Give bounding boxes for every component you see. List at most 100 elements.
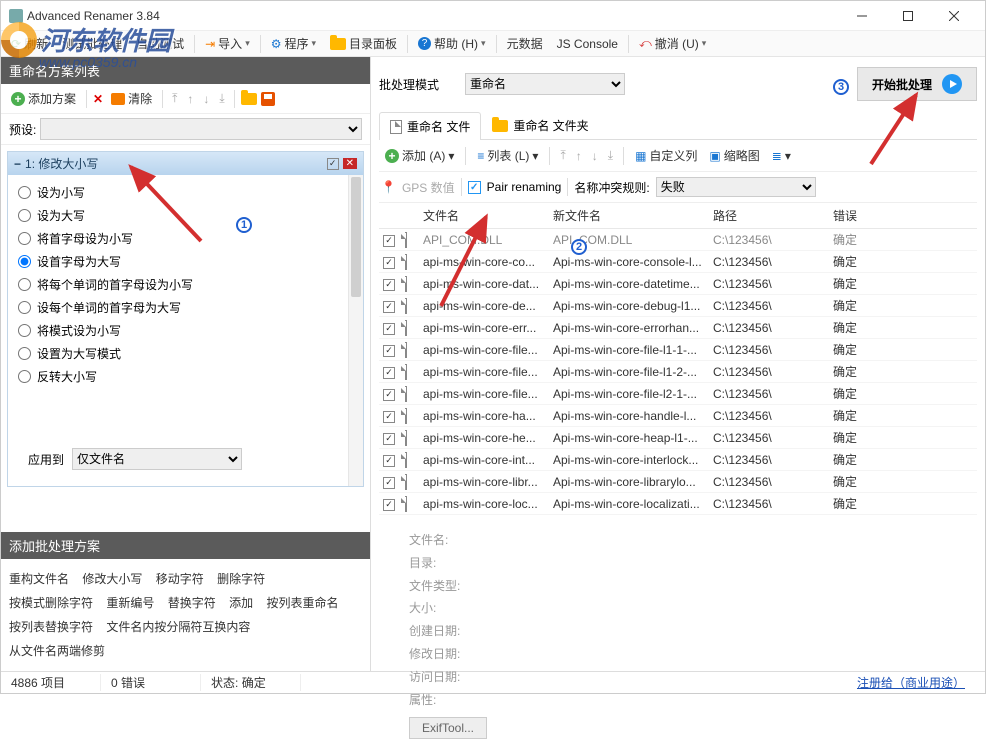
table-row[interactable]: ✓api-ms-win-core-file...Api-ms-win-core-… (379, 383, 977, 405)
menu-test[interactable]: 测试批处理 (56, 32, 128, 55)
row-checkbox[interactable]: ✓ (383, 455, 395, 467)
radio-pattern-lower[interactable] (18, 324, 31, 337)
link-delete[interactable]: 删除字符 (217, 572, 265, 586)
exiftool-button[interactable]: ExifTool... (409, 717, 487, 739)
move-down-button[interactable]: ↓ (200, 92, 212, 106)
row-checkbox[interactable]: ✓ (383, 411, 395, 423)
custom-columns-button[interactable]: ▦自定义列 (631, 145, 701, 166)
col-newfilename[interactable]: 新文件名 (549, 203, 709, 229)
menu-help[interactable]: ?帮助 (H)▾ (412, 32, 492, 55)
menu-undo[interactable]: ⤺撤消 (U)▾ (633, 32, 712, 55)
add-method-button[interactable]: +添加方案 (7, 88, 80, 109)
tab-rename-folders[interactable]: 重命名 文件夹 (481, 111, 599, 139)
add-files-button[interactable]: +添加 (A)▾ (381, 145, 458, 166)
link-renumber[interactable]: 重新编号 (106, 596, 154, 610)
save-preset-button[interactable] (261, 92, 275, 106)
row-checkbox[interactable]: ✓ (383, 367, 395, 379)
move-bottom-button[interactable]: ⤓ (216, 91, 227, 106)
link-rebuild[interactable]: 重构文件名 (9, 572, 69, 586)
link-listreplace[interactable]: 按列表替换字符 (9, 620, 93, 634)
table-row[interactable]: ✓api-ms-win-core-dat...Api-ms-win-core-d… (379, 273, 977, 295)
open-preset-button[interactable] (241, 93, 257, 105)
row-checkbox[interactable]: ✓ (383, 301, 395, 313)
radio-first-lower[interactable] (18, 232, 31, 245)
menu-metadata[interactable]: 元数据 (501, 32, 549, 55)
radio-pattern-upper[interactable] (18, 347, 31, 360)
table-row[interactable]: ✓api-ms-win-core-de...Api-ms-win-core-de… (379, 295, 977, 317)
cell-path: C:\123456\ (709, 339, 829, 361)
move-top-button[interactable]: ⤒ (169, 91, 180, 106)
link-deletepattern[interactable]: 按模式删除字符 (9, 596, 93, 610)
file-move-down[interactable]: ↓ (589, 149, 601, 163)
maximize-button[interactable] (885, 2, 931, 30)
menu-dirpanel[interactable]: 目录面板 (324, 32, 403, 55)
minimize-button[interactable] (839, 2, 885, 30)
radio-first-upper[interactable] (18, 255, 31, 268)
radio-uppercase[interactable] (18, 209, 31, 222)
menu-refresh[interactable]: ⟳刷新 (5, 32, 54, 55)
mode-select[interactable]: 重命名 (465, 73, 625, 95)
table-row[interactable]: ✓api-ms-win-core-he...Api-ms-win-core-he… (379, 427, 977, 449)
applyto-select[interactable]: 仅文件名 (72, 448, 242, 470)
col-error[interactable]: 错误 (829, 203, 977, 229)
folder-icon (492, 120, 508, 132)
row-checkbox[interactable]: ✓ (383, 235, 395, 247)
clear-methods-button[interactable]: 清除 (107, 88, 156, 109)
row-checkbox[interactable]: ✓ (383, 389, 395, 401)
thumbnails-button[interactable]: ▣缩略图 (705, 145, 763, 166)
cell-path: C:\123456\ (709, 427, 829, 449)
move-up-button[interactable]: ↑ (184, 92, 196, 106)
method-close-button[interactable]: ✕ (343, 158, 357, 169)
radio-invert[interactable] (18, 370, 31, 383)
table-row[interactable]: ✓api-ms-win-core-file...Api-ms-win-core-… (379, 339, 977, 361)
display-mode-button[interactable]: ≣▾ (768, 147, 795, 165)
menu-import[interactable]: ⇥导入▾ (199, 32, 256, 55)
table-row[interactable]: ✓api-ms-win-core-int...Api-ms-win-core-i… (379, 449, 977, 471)
table-row[interactable]: ✓API_COM.DLLAPI_COM.DLLC:\123456\确定 (379, 229, 977, 251)
table-row[interactable]: ✓api-ms-win-core-ha...Api-ms-win-core-ha… (379, 405, 977, 427)
file-move-up[interactable]: ↑ (573, 149, 585, 163)
menu-autotest[interactable]: 自动测试 (130, 32, 190, 55)
method-scrollbar[interactable] (348, 175, 363, 486)
table-row[interactable]: ✓api-ms-win-core-loc...Api-ms-win-core-l… (379, 493, 977, 515)
register-link[interactable]: 注册给（商业用途） (857, 674, 985, 691)
link-listrename[interactable]: 按列表重命名 (266, 596, 338, 610)
preset-select[interactable] (40, 118, 362, 140)
link-move[interactable]: 移动字符 (156, 572, 204, 586)
table-row[interactable]: ✓api-ms-win-core-libr...Api-ms-win-core-… (379, 471, 977, 493)
table-row[interactable]: ✓api-ms-win-core-co...Api-ms-win-core-co… (379, 251, 977, 273)
row-checkbox[interactable]: ✓ (383, 279, 395, 291)
method-enable-checkbox[interactable]: ✓ (327, 158, 339, 170)
start-batch-button[interactable]: 开始批处理 (857, 67, 977, 101)
tab-rename-files[interactable]: 重命名 文件 (379, 112, 481, 140)
method-header[interactable]: − 1: 修改大小写 ✓ ✕ (8, 152, 363, 175)
file-move-bottom[interactable]: ⤓ (605, 148, 616, 163)
col-filename[interactable]: 文件名 (419, 203, 549, 229)
radio-each-word-lower[interactable] (18, 278, 31, 291)
radio-lowercase[interactable] (18, 186, 31, 199)
file-icon (405, 276, 407, 292)
link-replace[interactable]: 替换字符 (168, 596, 216, 610)
link-trim[interactable]: 从文件名两端修剪 (9, 644, 105, 658)
table-row[interactable]: ✓api-ms-win-core-file...Api-ms-win-core-… (379, 361, 977, 383)
row-checkbox[interactable]: ✓ (383, 323, 395, 335)
radio-each-word-upper[interactable] (18, 301, 31, 314)
table-row[interactable]: ✓api-ms-win-core-err...Api-ms-win-core-e… (379, 317, 977, 339)
menu-jsconsole[interactable]: JS Console (551, 34, 624, 54)
link-changecase[interactable]: 修改大小写 (82, 572, 142, 586)
delete-method-button[interactable]: ✕ (93, 92, 103, 106)
row-checkbox[interactable]: ✓ (383, 477, 395, 489)
conflict-rule-select[interactable]: 失败 (656, 177, 816, 197)
row-checkbox[interactable]: ✓ (383, 257, 395, 269)
link-swap[interactable]: 文件名内按分隔符互换内容 (106, 620, 250, 634)
link-add[interactable]: 添加 (229, 596, 253, 610)
col-path[interactable]: 路径 (709, 203, 829, 229)
file-move-top[interactable]: ⤒ (557, 148, 568, 163)
close-button[interactable] (931, 2, 977, 30)
row-checkbox[interactable]: ✓ (383, 345, 395, 357)
list-button[interactable]: ≡列表 (L)▾ (473, 145, 542, 166)
row-checkbox[interactable]: ✓ (383, 499, 395, 511)
row-checkbox[interactable]: ✓ (383, 433, 395, 445)
pair-renaming-checkbox[interactable]: ✓ (468, 181, 481, 194)
menu-program[interactable]: ⚙程序▾ (265, 32, 322, 55)
